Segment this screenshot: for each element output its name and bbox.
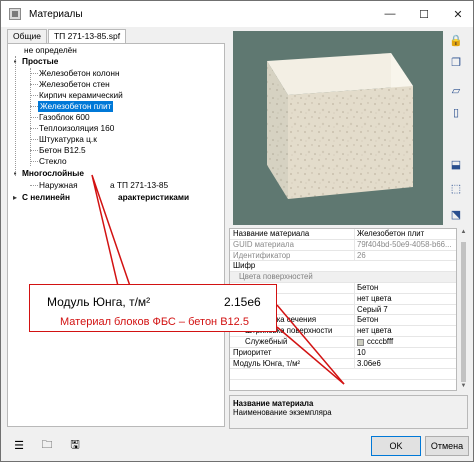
property-value[interactable]: 10 [354, 347, 454, 358]
description-text: Наименование экземпляра [233, 408, 332, 417]
material-preview [233, 31, 443, 225]
tree-item[interactable]: Газоблок 600 [39, 112, 90, 123]
light-icon[interactable]: ⬓ [447, 155, 465, 173]
callout-label: Модуль Юнга, т/м² [47, 295, 151, 309]
property-value[interactable]: Серый 7 [354, 304, 454, 315]
property-name: Служебный [245, 337, 288, 346]
property-section[interactable]: Цвета поверхностей [230, 272, 456, 283]
ok-button[interactable]: OK [371, 436, 421, 456]
concrete-slab-preview [267, 53, 413, 199]
tab-project-file[interactable]: ТП 271-13-85.spf [47, 29, 127, 43]
expand-icon[interactable]: ▸ [11, 194, 19, 202]
property-name: Шифр [233, 261, 256, 271]
title-bar: Материалы — ☐ ✕ [1, 1, 473, 27]
property-value: 26 [354, 250, 454, 261]
tree-item-not-defined[interactable]: не определён [24, 45, 77, 56]
properties-scrollbar[interactable]: ▲ ▼ [459, 228, 468, 391]
tree-group-nonlinear-left[interactable]: С нелинейн [22, 192, 70, 203]
tab-strip: Общие ТП 271-13-85.spf [7, 29, 127, 43]
lock-icon[interactable]: 🔒 [447, 31, 465, 49]
close-button[interactable]: ✕ [441, 1, 473, 27]
property-value[interactable]: нет цвета [354, 293, 454, 304]
save-icon[interactable]: 🖫 [65, 435, 85, 455]
property-section-label: Цвета поверхностей [239, 272, 313, 282]
scroll-down-icon[interactable]: ▼ [459, 382, 468, 391]
texture-icon[interactable]: ⬔ [447, 205, 465, 223]
scroll-thumb[interactable] [461, 242, 466, 382]
tree-group-multilayer[interactable]: Многослойные [22, 168, 84, 179]
property-row[interactable] [230, 369, 456, 381]
bottom-bar: ☰ 🗀 🖫 OK Отмена [1, 431, 473, 461]
property-value[interactable]: Бетон [354, 283, 454, 293]
scroll-up-icon[interactable]: ▲ [459, 228, 468, 237]
tree-item-multilayer-left[interactable]: Наружная [39, 180, 78, 191]
minimize-button[interactable]: — [373, 1, 407, 27]
property-row[interactable]: Шифр [230, 261, 456, 273]
tree-item[interactable]: Штукатурка ц.к [39, 134, 97, 145]
property-description: Название материала Наименование экземпля… [229, 395, 468, 429]
color-swatch[interactable] [357, 339, 364, 346]
property-name: GUID материала [233, 239, 294, 249]
property-row[interactable]: Название материала Железобетон плит [230, 229, 456, 240]
property-value[interactable]: 3.06e6 [354, 358, 454, 369]
property-value[interactable]: ccccbfff [354, 337, 454, 347]
tree-group-simple[interactable]: Простые [22, 56, 58, 67]
materials-window: Материалы — ☐ ✕ Общие ТП 271-13-85.spf н… [0, 0, 474, 462]
collapse-icon[interactable]: ▪ [11, 170, 19, 178]
materials-icon [9, 8, 21, 20]
tree-item-selected[interactable]: Железобетон плит [38, 101, 114, 112]
tree-item[interactable]: Бетон B12.5 [39, 145, 86, 156]
materials-tree: не определён ▪ Простые Железобетон колон… [7, 43, 225, 427]
shape-side-icon[interactable]: ▯ [447, 103, 465, 121]
property-row[interactable]: GUID материала 79f404bd-50e9-4058-b66... [230, 239, 456, 251]
property-name: Приоритет [233, 347, 272, 357]
tree-item[interactable]: Железобетон колонн [39, 68, 120, 79]
cancel-button[interactable]: Отмена [425, 436, 469, 456]
property-row[interactable]: Служебный ccccbfff [230, 337, 456, 348]
window-title: Материалы [29, 8, 83, 20]
frame-icon[interactable]: ⬚ [447, 179, 465, 197]
tree-group-nonlinear-right[interactable]: арактеристиками [118, 192, 189, 203]
tab-general[interactable]: Общие [7, 29, 47, 43]
property-value[interactable]: нет цвета [354, 326, 454, 337]
copy-layers-icon[interactable]: ❐ [447, 53, 465, 71]
property-row[interactable]: Идентификатор 26 [230, 250, 456, 262]
property-value[interactable]: Бетон [354, 315, 454, 326]
tree-item[interactable]: Теплоизоляция 160 [39, 123, 114, 134]
maximize-button[interactable]: ☐ [407, 1, 441, 27]
tree-item-multilayer-right[interactable]: а ТП 271-13-85 [110, 180, 168, 191]
property-value[interactable]: Железобетон плит [354, 229, 454, 239]
property-name: Модуль Юнга, т/м² [233, 358, 301, 368]
collapse-icon[interactable]: ▪ [11, 58, 19, 66]
tree-item[interactable]: Железобетон стен [39, 79, 110, 90]
list-icon[interactable]: ☰ [9, 435, 29, 455]
shape-front-icon[interactable]: ▱ [447, 81, 465, 99]
property-value: 79f404bd-50e9-4058-b66... [354, 239, 454, 250]
callout-value: 2.15e6 [224, 295, 261, 309]
callout-note: Материал блоков ФБС – бетон B12.5 [60, 316, 249, 328]
tree-item[interactable]: Стекло [39, 156, 67, 167]
description-title: Название материала [233, 399, 314, 408]
tree-item[interactable]: Кирпич керамический [39, 90, 123, 101]
property-name: Идентификатор [233, 250, 291, 260]
open-folder-icon[interactable]: 🗀 [37, 435, 57, 455]
property-name: Название материала [233, 229, 310, 238]
annotation-callout: Модуль Юнга, т/м² 2.15e6 Материал блоков… [29, 284, 277, 332]
property-row-young-modulus[interactable]: Модуль Юнга, т/м² 3.06e6 [230, 358, 456, 370]
property-row[interactable]: Приоритет 10 [230, 347, 456, 359]
